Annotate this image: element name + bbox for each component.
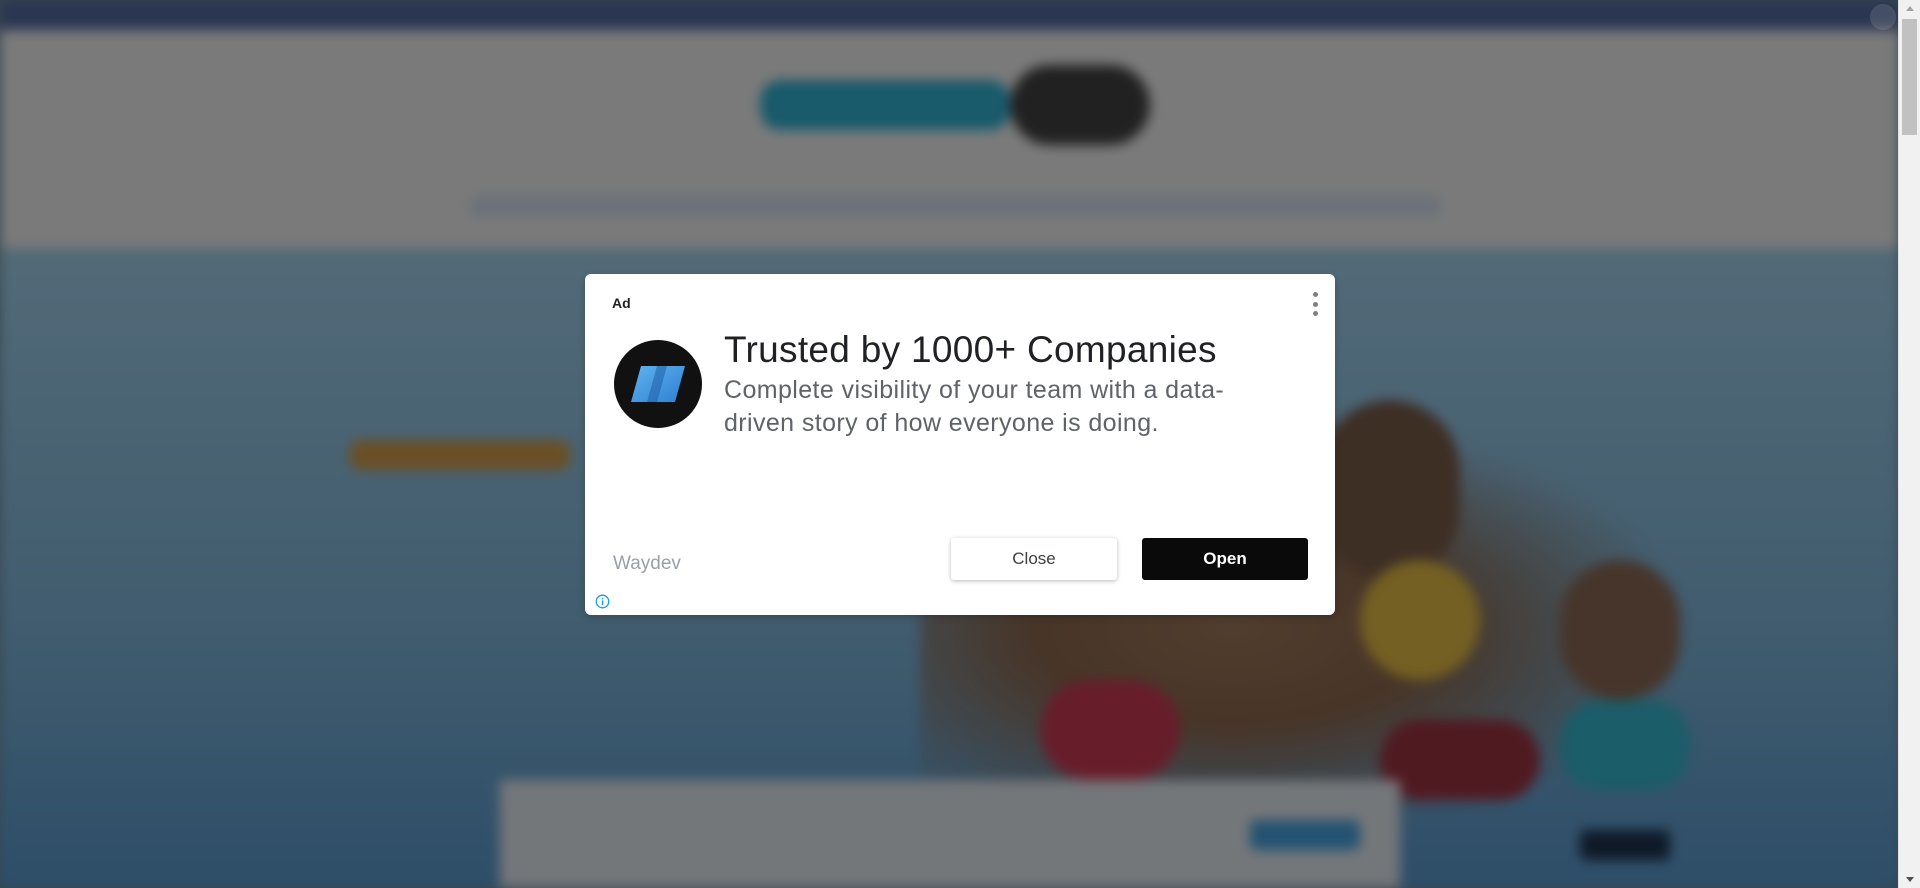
more-vert-icon[interactable] — [1311, 292, 1319, 316]
scroll-down-arrow-icon[interactable] — [1899, 871, 1920, 888]
ad-info-icon[interactable] — [595, 594, 610, 609]
ad-description[interactable]: Complete visibility of your team with a … — [724, 374, 1284, 440]
ad-label: Ad — [612, 295, 631, 311]
waydev-logo-mark — [631, 366, 685, 402]
scroll-up-arrow-icon[interactable] — [1899, 0, 1920, 17]
ad-headline[interactable]: Trusted by 1000+ Companies — [724, 326, 1314, 374]
advertiser-name[interactable]: Waydev — [613, 553, 681, 575]
interstitial-ad-dialog: Ad Trusted by 1000+ Companies Complete v… — [585, 274, 1335, 615]
waydev-logo-icon[interactable] — [614, 340, 702, 428]
browser-viewport: Ad Trusted by 1000+ Companies Complete v… — [0, 0, 1920, 888]
scrollbar-thumb[interactable] — [1902, 19, 1917, 135]
open-button[interactable]: Open — [1142, 538, 1308, 580]
corner-icon — [1870, 4, 1896, 30]
close-button[interactable]: Close — [951, 538, 1117, 580]
vertical-scrollbar[interactable] — [1898, 0, 1920, 888]
